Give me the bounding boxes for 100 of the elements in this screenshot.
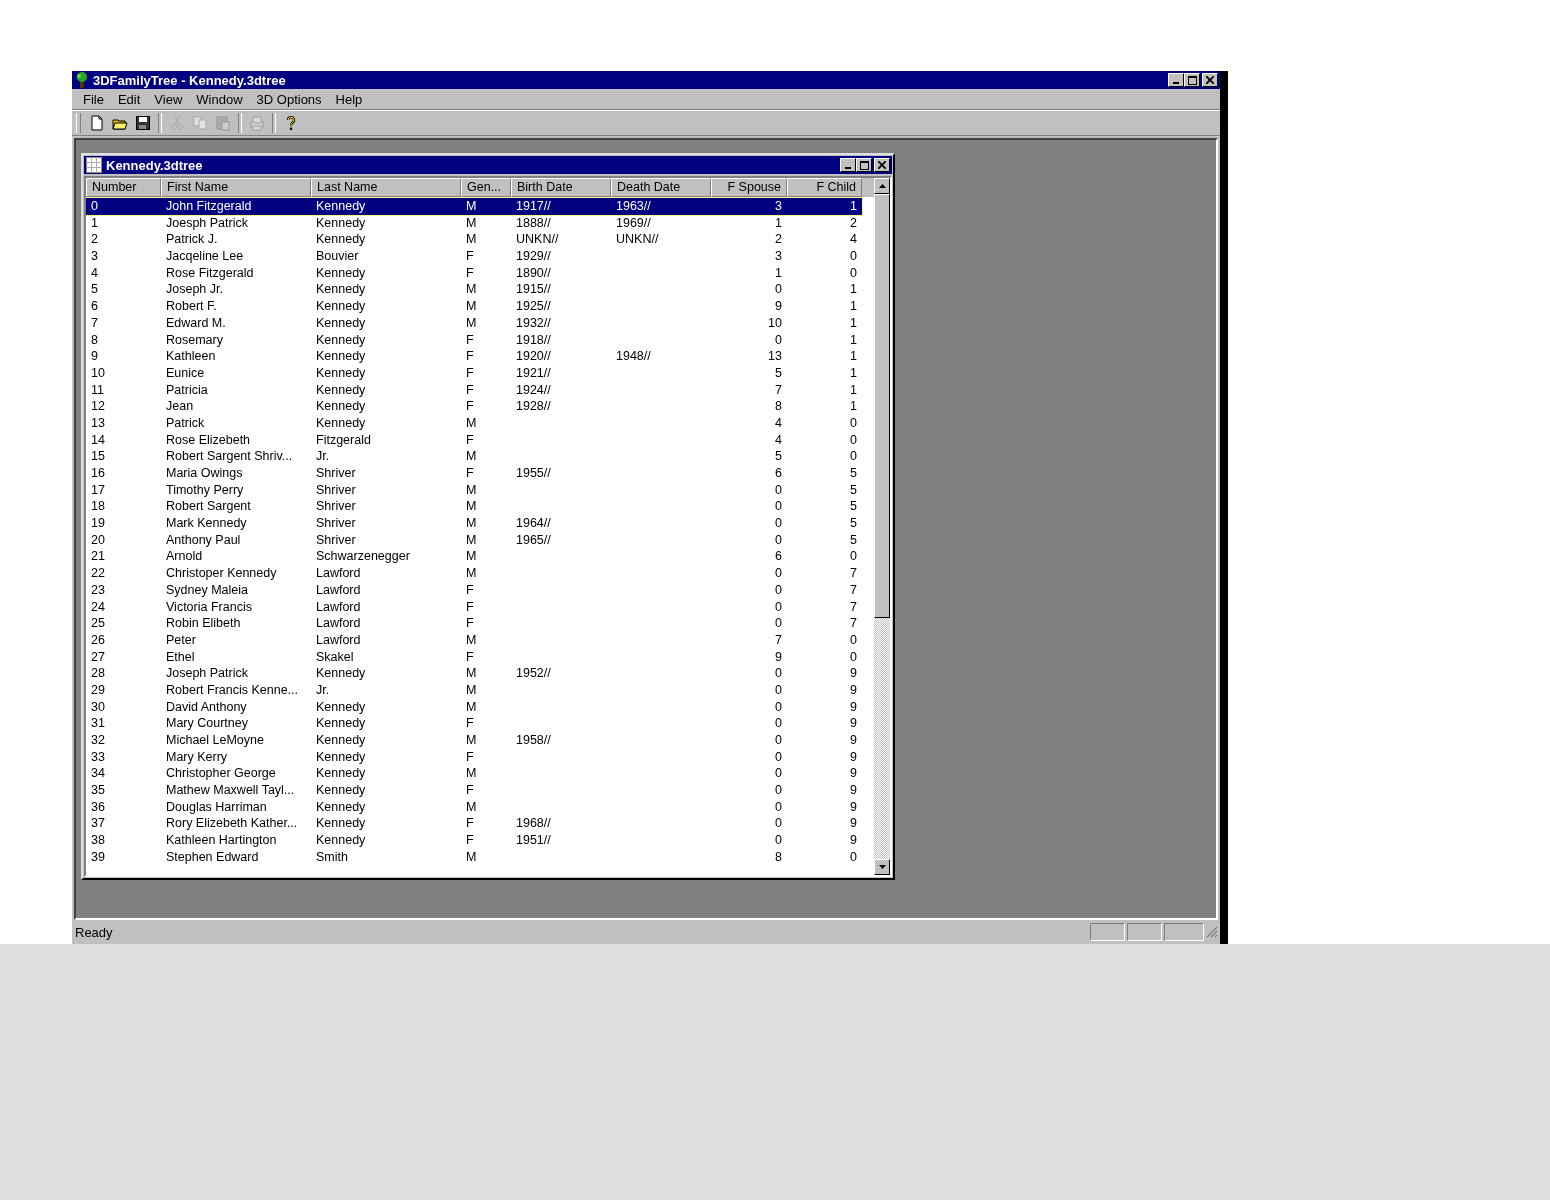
table-row[interactable]: 1 Joesph Patrick Kennedy M 1888// 1969// 1 2: [86, 214, 862, 232]
table-row[interactable]: 13 Patrick Kennedy M 4 0: [86, 414, 862, 432]
table-row[interactable]: 26 Peter Lawford M 7 0: [86, 631, 862, 649]
table-cell: 14: [91, 432, 105, 447]
table-cell: Ethel: [166, 649, 195, 664]
table-row[interactable]: 4 Rose Fitzgerald Kennedy F 1890// 1 0: [86, 264, 862, 282]
table-row[interactable]: 0 John Fitzgerald Kennedy M 1917// 1963// 3 1: [86, 198, 862, 215]
table-row[interactable]: 14 Rose Elizebeth Fitzgerald F 4 0: [86, 431, 862, 449]
table-cell: 1888//: [516, 215, 551, 230]
table-cell: 4: [775, 415, 782, 430]
table-row[interactable]: 7 Edward M. Kennedy M 1932// 10 1: [86, 314, 862, 332]
vertical-scrollbar[interactable]: [874, 178, 890, 875]
table-row[interactable]: 2 Patrick J. Kennedy M UNKN// UNKN// 2 4: [86, 231, 862, 249]
table-cell: 0: [850, 632, 857, 647]
table-cell: 29: [91, 682, 105, 697]
table-row[interactable]: 39 Stephen Edward Smith M 8 0: [86, 848, 862, 866]
table-row[interactable]: 6 Robert F. Kennedy M 1925// 9 1: [86, 298, 862, 315]
table-cell: 1890//: [516, 265, 551, 280]
table-row[interactable]: 10 Eunice Kennedy F 1921// 5 1: [86, 364, 862, 382]
scroll-down-button[interactable]: [874, 859, 890, 875]
table-row[interactable]: 9 Kathleen Kennedy F 1920// 1948// 13 1: [86, 348, 862, 365]
table-cell: 4: [91, 265, 98, 280]
menu-item[interactable]: View: [147, 91, 190, 107]
table-row[interactable]: 25 Robin Elibeth Lawford F 0 7: [86, 615, 862, 632]
table-cell: M: [466, 282, 477, 297]
column-header[interactable]: First Name: [161, 178, 311, 197]
table-row[interactable]: 32 Michael LeMoyne Kennedy M 1958// 0 9: [86, 732, 862, 749]
table-row[interactable]: 34 Christopher George Kennedy M 0 9: [86, 765, 862, 783]
table-cell: 7: [775, 632, 782, 647]
table-row[interactable]: 28 Joseph Patrick Kennedy M 1952// 0 9: [86, 665, 862, 682]
table-row[interactable]: 36 Douglas Harriman Kennedy M 0 9: [86, 798, 862, 816]
scrollbar-thumb[interactable]: [874, 194, 890, 618]
table-row[interactable]: 17 Timothy Perry Shriver M 0 5: [86, 481, 862, 499]
table-row[interactable]: 38 Kathleen Hartington Kennedy F 1951// 0 9: [86, 832, 862, 849]
minimize-button[interactable]: [1168, 73, 1184, 87]
table-row[interactable]: 16 Maria Owings Shriver F 1955// 6 5: [86, 465, 862, 482]
table-row[interactable]: 31 Mary Courtney Kennedy F 0 9: [86, 715, 862, 732]
maximize-button[interactable]: [856, 158, 872, 172]
table-row[interactable]: 27 Ethel Skakel F 9 0: [86, 648, 862, 666]
table-row[interactable]: 37 Rory Elizebeth Kather... Kennedy F 1968// 0 9: [86, 815, 862, 833]
table-cell: Shriver: [316, 466, 356, 480]
table-cell: 1925//: [516, 299, 551, 314]
maximize-button[interactable]: [1184, 73, 1200, 87]
table-cell: M: [466, 215, 477, 230]
table-cell: 1921//: [516, 365, 551, 380]
table-cell: 0: [775, 282, 782, 297]
table-cell: 0: [91, 199, 98, 213]
table-row[interactable]: 20 Anthony Paul Shriver M 1965// 0 5: [86, 531, 862, 549]
table-row[interactable]: 21 Arnold Schwarzenegger M 6 0: [86, 548, 862, 566]
table-cell: UNKN//: [616, 232, 659, 247]
table-row[interactable]: 3 Jacqeline Lee Bouvier F 1929// 3 0: [86, 248, 862, 265]
table-cell: 4: [775, 432, 782, 447]
table-row[interactable]: 35 Mathew Maxwell Tayl... Kennedy F 0 9: [86, 782, 862, 799]
table-row[interactable]: 12 Jean Kennedy F 1928// 8 1: [86, 398, 862, 415]
table-row[interactable]: 18 Robert Sargent Shriver M 0 5: [86, 498, 862, 516]
close-button[interactable]: [1202, 73, 1218, 87]
table-row[interactable]: 23 Sydney Maleia Lawford F 0 7: [86, 581, 862, 599]
table-row[interactable]: 30 David Anthony Kennedy M 0 9: [86, 698, 862, 716]
table-row[interactable]: 22 Christoper Kennedy Lawford M 0 7: [86, 565, 862, 582]
menu-item[interactable]: Help: [328, 91, 370, 107]
table-cell: 37: [91, 816, 105, 831]
table-cell: Anthony Paul: [166, 532, 241, 547]
table-row[interactable]: 15 Robert Sargent Shriv... Jr. M 5 0: [86, 448, 862, 465]
table-cell: F: [466, 432, 474, 447]
table-row[interactable]: 29 Robert Francis Kenne... Jr. M 0 9: [86, 681, 862, 699]
table-cell: 7: [850, 582, 857, 597]
table-row[interactable]: 24 Victoria Francis Lawford F 0 7: [86, 598, 862, 616]
column-header[interactable]: Last Name: [311, 178, 461, 197]
table-row[interactable]: 8 Rosemary Kennedy F 1918// 0 1: [86, 331, 862, 349]
table-cell: F: [466, 365, 474, 380]
table-cell: 8: [91, 332, 98, 347]
table-cell: M: [466, 449, 477, 464]
table-cell: 9: [850, 749, 857, 764]
column-header[interactable]: F Spouse: [711, 178, 787, 197]
column-header[interactable]: F Child: [787, 178, 862, 197]
table-row[interactable]: 33 Mary Kerry Kennedy F 0 9: [86, 748, 862, 766]
table-cell: 9: [850, 799, 857, 814]
menu-item[interactable]: 3D Options: [249, 91, 329, 107]
table-cell: F: [466, 716, 474, 731]
menu-item[interactable]: Edit: [110, 91, 148, 107]
table-cell: Kennedy: [316, 365, 366, 380]
table-row[interactable]: 5 Joseph Jr. Kennedy M 1915// 0 1: [86, 281, 862, 299]
table-cell: 9: [850, 699, 857, 714]
close-button[interactable]: [874, 158, 890, 172]
table-row[interactable]: 11 Patricia Kennedy F 1924// 7 1: [86, 381, 862, 399]
scroll-up-button[interactable]: [874, 178, 890, 194]
column-header[interactable]: Birth Date: [511, 178, 611, 197]
table-row[interactable]: 19 Mark Kennedy Shriver M 1964// 0 5: [86, 515, 862, 532]
column-header[interactable]: Death Date: [611, 178, 711, 197]
menu-item[interactable]: Window: [189, 91, 250, 107]
table-cell: 1915//: [516, 282, 551, 297]
table-cell: Joseph Jr.: [166, 282, 223, 297]
table-cell: Edward M.: [166, 315, 226, 330]
menu-item[interactable]: File: [76, 91, 111, 107]
table-cell: Fitzgerald: [316, 432, 371, 447]
table-cell: 0: [775, 816, 782, 831]
column-header[interactable]: Number: [86, 178, 161, 197]
table-cell: 0: [775, 332, 782, 347]
column-header[interactable]: Gen...: [461, 178, 511, 197]
minimize-button[interactable]: [840, 158, 856, 172]
